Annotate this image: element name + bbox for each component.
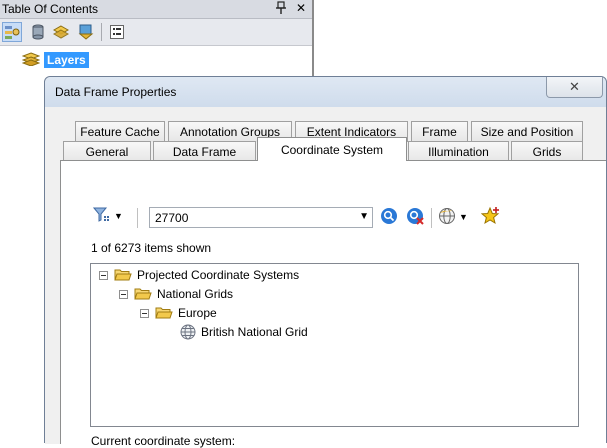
- star-add-icon: [480, 206, 501, 229]
- options-icon[interactable]: [107, 22, 127, 42]
- tree-item-projected-coordinate-systems[interactable]: Projected Coordinate Systems: [99, 266, 299, 284]
- dialog-title: Data Frame Properties: [55, 85, 177, 99]
- tree-item-label: Projected Coordinate Systems: [137, 268, 300, 282]
- filter-button[interactable]: ▼: [92, 206, 127, 226]
- list-by-selection-icon[interactable]: [76, 22, 96, 42]
- toolbar-separator: [431, 208, 432, 228]
- collapse-icon[interactable]: [140, 308, 149, 318]
- tree-item-national-grids[interactable]: National Grids: [119, 285, 233, 303]
- data-frame-properties-dialog: Data Frame Properties ✕ Feature Cache An…: [44, 76, 607, 448]
- toc-close-icon[interactable]: ✕: [296, 1, 306, 15]
- filter-icon: [92, 207, 111, 226]
- tab-label: Feature Cache: [80, 125, 160, 139]
- tab-general[interactable]: General: [63, 141, 151, 162]
- open-folder-icon: [134, 287, 152, 301]
- tab-label: Data Frame: [172, 145, 237, 159]
- tab-illumination[interactable]: Illumination: [408, 141, 509, 162]
- tab-grids[interactable]: Grids: [511, 141, 583, 162]
- tree-item-british-national-grid[interactable]: British National Grid: [180, 323, 308, 341]
- add-coordinate-system-button[interactable]: ▼: [437, 207, 469, 227]
- tab-frame[interactable]: Frame: [411, 121, 468, 142]
- tab-label: Grids: [532, 145, 562, 159]
- tab-label: Illumination: [428, 145, 489, 159]
- list-by-drawing-order-icon[interactable]: [2, 22, 22, 42]
- tab-feature-cache[interactable]: Feature Cache: [75, 121, 165, 142]
- chevron-down-icon: ▼: [459, 212, 468, 222]
- clear-search-button[interactable]: [405, 207, 425, 227]
- globe-icon: [180, 324, 196, 340]
- toolbar-separator: [101, 23, 102, 41]
- layers-tree-item[interactable]: Layers: [21, 51, 89, 69]
- pin-icon[interactable]: [276, 1, 286, 18]
- search-icon: [380, 207, 398, 228]
- globe-icon: [438, 207, 456, 228]
- list-by-source-icon[interactable]: [28, 22, 48, 42]
- toc-toolbar: [0, 19, 312, 46]
- toolbar-separator: [137, 208, 138, 228]
- chevron-down-icon[interactable]: ▼: [359, 211, 369, 222]
- tree-item-label: National Grids: [157, 287, 234, 301]
- tree-item-europe[interactable]: Europe: [140, 304, 217, 322]
- tab-size-and-position[interactable]: Size and Position: [471, 121, 583, 142]
- search-combo[interactable]: ▼: [149, 207, 373, 228]
- collapse-icon[interactable]: [99, 270, 108, 280]
- tab-label: Size and Position: [480, 125, 574, 139]
- search-button[interactable]: [379, 207, 399, 227]
- open-folder-icon: [155, 306, 173, 320]
- tree-item-label: British National Grid: [201, 325, 308, 339]
- add-to-favorites-button[interactable]: [480, 206, 501, 229]
- tab-label: Frame: [422, 125, 457, 139]
- dialog-close-button[interactable]: ✕: [546, 77, 603, 98]
- open-folder-icon: [114, 268, 132, 282]
- toc-title: Table Of Contents: [2, 2, 99, 16]
- items-shown-label: 1 of 6273 items shown: [91, 241, 212, 255]
- tab-label: General: [85, 145, 129, 159]
- list-by-visibility-icon[interactable]: [51, 22, 71, 42]
- collapse-icon[interactable]: [119, 289, 128, 299]
- current-coordinate-system-label: Current coordinate system:: [91, 434, 236, 448]
- tab-coordinate-system[interactable]: Coordinate System: [257, 137, 407, 161]
- layers-label: Layers: [44, 52, 89, 68]
- chevron-down-icon: ▼: [114, 211, 123, 221]
- close-icon: ✕: [569, 79, 580, 94]
- tab-data-frame[interactable]: Data Frame: [153, 141, 256, 162]
- layers-icon: [21, 51, 41, 69]
- dialog-titlebar: Data Frame Properties ✕: [45, 77, 606, 107]
- toc-titlebar: Table Of Contents ✕: [0, 0, 312, 19]
- tab-label: Coordinate System: [280, 142, 384, 157]
- coordinate-system-tree[interactable]: Projected Coordinate Systems National Gr…: [90, 263, 579, 427]
- tree-item-label: Europe: [178, 306, 217, 320]
- clear-search-icon: [406, 207, 424, 228]
- search-input[interactable]: [150, 208, 350, 227]
